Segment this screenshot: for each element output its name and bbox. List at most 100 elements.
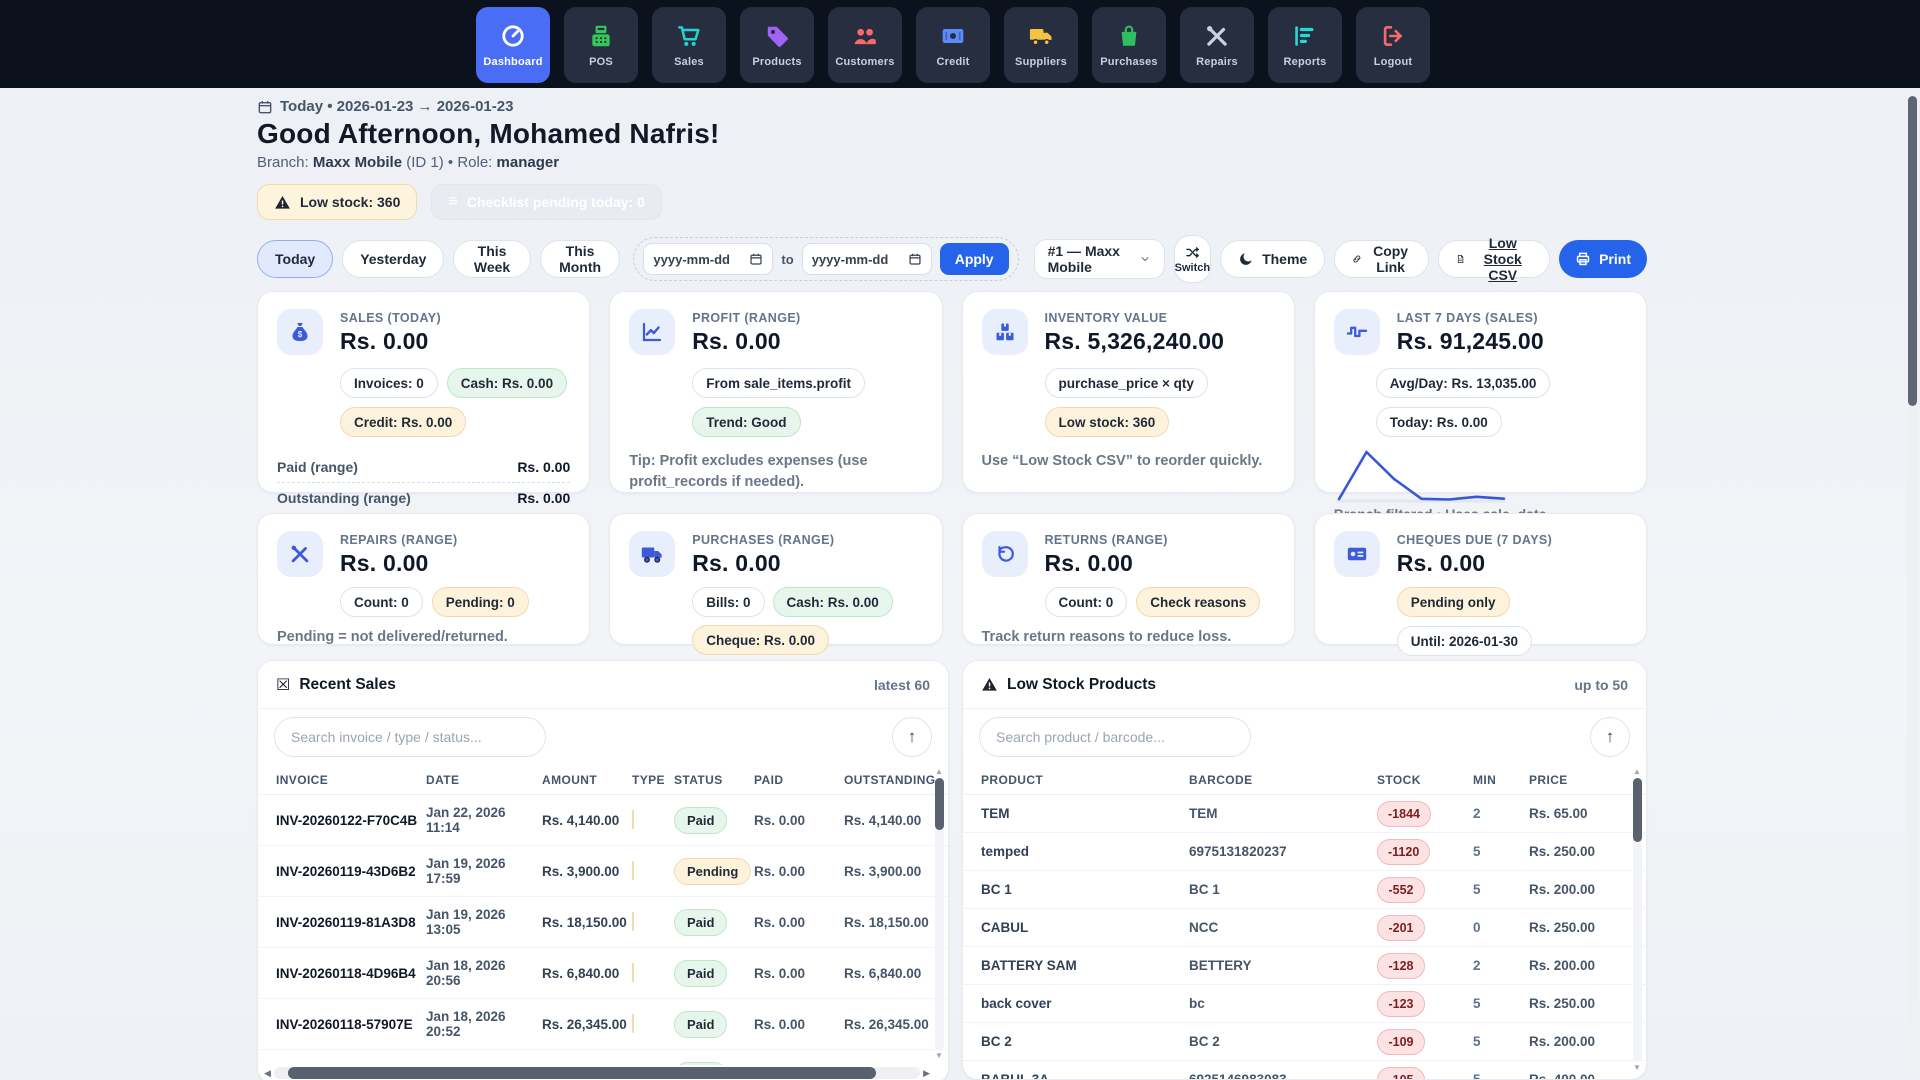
type-badge (632, 963, 634, 982)
table-row[interactable]: BC 2BC 2 -109 5Rs. 200.00 (963, 1023, 1646, 1061)
table-row[interactable]: BC 1BC 1 -552 5Rs. 200.00 (963, 871, 1646, 909)
low-stock-csv-button[interactable]: Low Stock CSV (1438, 240, 1550, 278)
card-value: Rs. 5,326,240.00 (1045, 328, 1225, 355)
badge: Count: 0 (1045, 587, 1128, 617)
card-value: Rs. 91,245.00 (1397, 328, 1544, 355)
card-note: Pending = not delivered/returned. (277, 627, 570, 648)
page-scrollbar[interactable] (1907, 92, 1918, 1076)
warning-icon (274, 194, 291, 211)
card-value: Rs. 0.00 (1397, 550, 1553, 577)
chevron-down-icon (1139, 251, 1151, 267)
low-stock-alert-text: Low stock: 360 (300, 194, 400, 210)
stock-badge: -1120 (1377, 839, 1430, 865)
low-stock-search-input[interactable] (979, 717, 1251, 757)
nav-reports[interactable]: Reports (1268, 7, 1342, 83)
calendar-icon[interactable] (908, 252, 922, 266)
sales-table-header: INVOICEDATE AMOUNTTYPE STATUSPAID OUTSTA… (258, 765, 948, 795)
filter-this-week-button[interactable]: This Week (453, 240, 530, 278)
print-button[interactable]: Print (1559, 240, 1647, 278)
card-returns-range: RETURNS (RANGE) Rs. 0.00 Count: 0 Check … (962, 513, 1295, 645)
scroll-right-arrow[interactable]: ▶ (923, 1068, 930, 1079)
recent-sales-panel: ☒ Recent Sales latest 60 ↑ INVOICEDATE A… (257, 660, 949, 1080)
nav-purchases[interactable]: Purchases (1092, 7, 1166, 83)
table-row[interactable]: temped6975131820237 -1120 5Rs. 250.00 (963, 833, 1646, 871)
nav-repairs[interactable]: Repairs (1180, 7, 1254, 83)
checklist-pending-badge[interactable]: ≡ Checklist pending today: 0 (431, 184, 661, 220)
table-row[interactable]: INV-20260122-F70C4BJan 22, 2026 11:14 Rs… (258, 795, 948, 846)
table-row[interactable]: INV-20260118-4D96B4Jan 18, 2026 20:56 Rs… (258, 948, 948, 999)
badge: From sale_items.profit (692, 368, 865, 398)
file-csv-icon (1456, 251, 1465, 267)
low-stock-alert-badge[interactable]: Low stock: 360 (257, 184, 417, 220)
branch-select[interactable]: #1 — Maxx Mobile (1034, 239, 1165, 279)
printer-icon (1575, 251, 1591, 267)
table-row[interactable]: INV-20260119-43D6B2Jan 19, 2026 17:59 Rs… (258, 846, 948, 897)
link-icon (1352, 251, 1362, 267)
banknote-icon (940, 23, 966, 49)
moon-icon (1238, 251, 1254, 267)
stock-badge: -128 (1377, 953, 1425, 979)
rotate-left-icon (982, 531, 1028, 577)
table-row[interactable]: CABULNCC -201 0Rs. 250.00 (963, 909, 1646, 947)
scroll-left-arrow[interactable]: ◀ (264, 1068, 271, 1079)
table-row[interactable]: INV-20260118-57907EJan 18, 2026 20:52 Rs… (258, 999, 948, 1050)
nav-suppliers[interactable]: Suppliers (1004, 7, 1078, 83)
nav-logout[interactable]: Logout (1356, 7, 1430, 83)
card-value: Rs. 0.00 (692, 328, 800, 355)
nav-customers[interactable]: Customers (828, 7, 902, 83)
nav-products[interactable]: Products (740, 7, 814, 83)
status-badge: Paid (674, 909, 727, 936)
date-to-input[interactable]: yyyy-mm-dd (802, 243, 932, 275)
apply-button[interactable]: Apply (940, 243, 1009, 275)
table-row[interactable]: BATTERY SAMBETTERY -128 2Rs. 200.00 (963, 947, 1646, 985)
table-row[interactable]: BABUL 3A6925146983083 -105 5Rs. 400.00 (963, 1061, 1646, 1080)
nav-dashboard[interactable]: Dashboard (476, 7, 550, 83)
branch-label: Branch: (257, 154, 309, 171)
nav-credit[interactable]: Credit (916, 7, 990, 83)
badge: Count: 0 (340, 587, 423, 617)
calendar-icon[interactable] (749, 252, 763, 266)
card-title: PROFIT (RANGE) (692, 311, 800, 325)
table-row[interactable]: INV-20260119-81A3D8Jan 19, 2026 13:05 Rs… (258, 897, 948, 948)
sales-vertical-scrollbar[interactable]: ▲▼ (933, 767, 945, 1061)
nav-label: Reports (1284, 56, 1327, 68)
date-from-input[interactable]: yyyy-mm-dd (643, 243, 773, 275)
nav-pos[interactable]: POS (564, 7, 638, 83)
sales-horizontal-scrollbar[interactable]: ◀ ▶ (264, 1065, 930, 1080)
table-row[interactable]: TEMTEM -1844 2Rs. 65.00 (963, 795, 1646, 833)
badge: Trend: Good (692, 407, 800, 437)
nav-label: Purchases (1100, 56, 1157, 68)
filter-yesterday-button[interactable]: Yesterday (342, 240, 444, 278)
table-row[interactable]: Paid (258, 1050, 948, 1065)
filter-this-month-button[interactable]: This Month (540, 240, 621, 278)
cart-icon (676, 23, 702, 49)
tools-icon (1204, 23, 1230, 49)
filter-today-button[interactable]: Today (257, 240, 333, 278)
truck-icon (629, 531, 675, 577)
nav-label: Dashboard (483, 56, 542, 68)
low-stock-vertical-scrollbar[interactable]: ▲▼ (1631, 767, 1643, 1073)
nav-label: Suppliers (1015, 56, 1067, 68)
nav-label: Logout (1374, 56, 1412, 68)
low-stock-scroll-top-button[interactable]: ↑ (1590, 717, 1630, 757)
calendar-icon (257, 99, 273, 115)
tables-section: ☒ Recent Sales latest 60 ↑ INVOICEDATE A… (257, 660, 1647, 1080)
table-row[interactable]: back coverbc -123 5Rs. 250.00 (963, 985, 1646, 1023)
card-title: CHEQUES DUE (7 DAYS) (1397, 533, 1553, 547)
theme-label: Theme (1262, 251, 1307, 267)
sales-search-input[interactable] (274, 717, 546, 757)
card-title: INVENTORY VALUE (1045, 311, 1225, 325)
badge: Pending: 0 (432, 587, 529, 617)
switch-branch-button[interactable]: Switch (1174, 235, 1211, 283)
role-value: manager (497, 154, 560, 171)
nav-sales[interactable]: Sales (652, 7, 726, 83)
sales-scroll-top-button[interactable]: ↑ (892, 717, 932, 757)
badge: purchase_price × qty (1045, 368, 1208, 398)
warning-icon (981, 676, 998, 693)
badge: Credit: Rs. 0.00 (340, 407, 466, 437)
theme-toggle-button[interactable]: Theme (1220, 240, 1325, 278)
copy-link-button[interactable]: Copy Link (1334, 240, 1429, 278)
activity-icon (1334, 309, 1380, 355)
shopping-bag-icon (1116, 23, 1142, 49)
card-title: RETURNS (RANGE) (1045, 533, 1168, 547)
